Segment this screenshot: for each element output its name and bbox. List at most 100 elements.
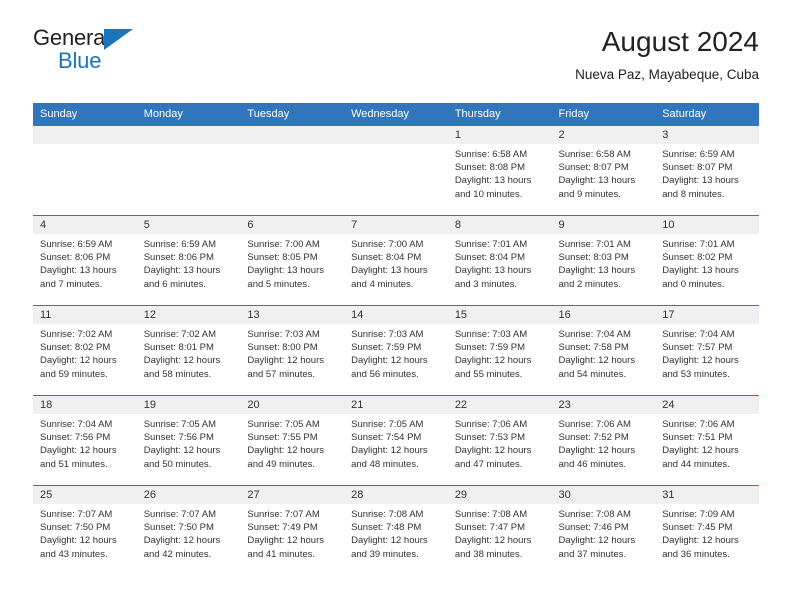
calendar-day-cell[interactable]: 24 Sunrise: 7:06 AM Sunset: 7:51 PM Dayligh… — [655, 395, 759, 486]
calendar-header-row: Sunday Monday Tuesday Wednesday Thursday Frid… — [33, 103, 759, 126]
day-number: 24 — [655, 396, 759, 414]
calendar-day-cell[interactable]: 28 Sunrise: 7:08 AM Sunset: 7:48 PM Dayligh… — [344, 485, 448, 576]
calendar-day-cell[interactable]: 20 Sunrise: 7:05 AM Sunset: 7:55 PM Dayligh… — [240, 395, 345, 486]
calendar-day-cell[interactable]: 30 Sunrise: 7:08 AM Sunset: 7:46 PM Dayligh… — [551, 485, 656, 576]
daylight-text-line1: Daylight: 13 hours — [40, 265, 117, 277]
calendar-day-cell[interactable]: 4 Sunrise: 6:59 AM Sunset: 8:06 PM Daylight… — [33, 215, 137, 306]
logo-triangle-icon — [104, 29, 133, 50]
calendar-day-cell[interactable]: 18 Sunrise: 7:04 AM Sunset: 7:56 PM Dayligh… — [33, 395, 137, 486]
calendar-day-cell[interactable]: 19 Sunrise: 7:05 AM Sunset: 7:56 PM Dayligh… — [136, 395, 241, 486]
day-number: 27 — [240, 486, 345, 504]
day-cell-content: 24 Sunrise: 7:06 AM Sunset: 7:51 PM Dayligh… — [655, 396, 759, 485]
sunset-text: Sunset: 8:04 PM — [351, 252, 422, 264]
location-subtitle: Nueva Paz, Mayabeque, Cuba — [575, 66, 759, 82]
calendar-day-cell[interactable]: 29 Sunrise: 7:08 AM Sunset: 7:47 PM Dayligh… — [447, 485, 552, 576]
calendar-day-cell[interactable]: 14 Sunrise: 7:03 AM Sunset: 7:59 PM Dayligh… — [344, 305, 448, 396]
day-cell-content: 9 Sunrise: 7:01 AM Sunset: 8:03 PM Daylight… — [551, 216, 656, 305]
day-details: Sunrise: 7:03 AM Sunset: 8:00 PM Daylight:… — [240, 324, 344, 381]
day-cell-content: 11 Sunrise: 7:02 AM Sunset: 8:02 PM Dayligh… — [33, 306, 137, 395]
daylight-text-line2: and 47 minutes. — [454, 458, 523, 470]
daylight-text-line1: Daylight: 12 hours — [143, 445, 221, 457]
day-details: Sunrise: 7:02 AM Sunset: 8:02 PM Daylight:… — [33, 324, 137, 381]
day-cell-content: 15 Sunrise: 7:03 AM Sunset: 7:59 PM Dayligh… — [447, 306, 552, 395]
daylight-text-line2: and 51 minutes. — [40, 458, 108, 470]
calendar-day-cell[interactable]: 11 Sunrise: 7:02 AM Sunset: 8:02 PM Dayligh… — [33, 305, 137, 396]
sunrise-text: Sunrise: 6:59 AM — [662, 149, 735, 160]
daylight-text-line1: Daylight: 13 hours — [454, 175, 532, 187]
day-details: Sunrise: 7:06 AM Sunset: 7:52 PM Daylight:… — [552, 414, 656, 471]
day-details: Sunrise: 7:03 AM Sunset: 7:59 PM Daylight:… — [344, 324, 448, 381]
calendar-day-cell[interactable]: 21 Sunrise: 7:05 AM Sunset: 7:54 PM Dayligh… — [344, 395, 448, 486]
calendar-day-cell[interactable]: 25 Sunrise: 7:07 AM Sunset: 7:50 PM Dayligh… — [33, 485, 137, 576]
daylight-text-line1: Daylight: 13 hours — [662, 265, 739, 277]
daylight-text-line1: Daylight: 12 hours — [558, 355, 636, 367]
day-details: Sunrise: 7:04 AM Sunset: 7:58 PM Daylight:… — [552, 324, 656, 381]
daylight-text-line2: and 37 minutes. — [558, 548, 627, 560]
sunset-text: Sunset: 8:07 PM — [558, 162, 629, 174]
daylight-text-line1: Daylight: 12 hours — [454, 355, 532, 367]
calendar-day-cell[interactable]: 8 Sunrise: 7:01 AM Sunset: 8:04 PM Daylight… — [447, 215, 552, 306]
sunrise-text: Sunrise: 7:05 AM — [351, 419, 424, 430]
day-number: 5 — [136, 216, 241, 234]
calendar-day-cell[interactable]: 22 Sunrise: 7:06 AM Sunset: 7:53 PM Dayligh… — [447, 395, 552, 486]
sunrise-text: Sunrise: 7:06 AM — [662, 419, 735, 430]
daylight-text-line2: and 59 minutes. — [40, 368, 108, 380]
day-cell-content: 25 Sunrise: 7:07 AM Sunset: 7:50 PM Dayligh… — [33, 486, 137, 576]
weekday-header-friday: Friday — [551, 103, 656, 126]
sunset-text: Sunset: 7:48 PM — [351, 522, 422, 534]
sunrise-text: Sunrise: 7:03 AM — [247, 329, 320, 340]
calendar-day-cell[interactable]: 23 Sunrise: 7:06 AM Sunset: 7:52 PM Dayligh… — [551, 395, 656, 486]
sunrise-text: Sunrise: 7:01 AM — [662, 239, 735, 250]
day-number — [240, 126, 345, 144]
calendar-day-cell[interactable]: 3 Sunrise: 6:59 AM Sunset: 8:07 PM Daylight… — [655, 125, 759, 216]
day-number: 22 — [447, 396, 552, 414]
daylight-text-line1: Daylight: 13 hours — [558, 175, 636, 187]
calendar-day-cell[interactable]: 1 Sunrise: 6:58 AM Sunset: 8:08 PM Daylight… — [447, 125, 552, 216]
calendar-week-row: 1 Sunrise: 6:58 AM Sunset: 8:08 PM Daylight… — [33, 125, 759, 216]
daylight-text-line1: Daylight: 13 hours — [351, 265, 428, 277]
sunrise-text: Sunrise: 7:08 AM — [351, 509, 424, 520]
page-title: August 2024 — [601, 26, 759, 57]
day-cell-content: 13 Sunrise: 7:03 AM Sunset: 8:00 PM Dayligh… — [240, 306, 345, 395]
calendar-day-cell[interactable]: 6 Sunrise: 7:00 AM Sunset: 8:05 PM Daylight… — [240, 215, 345, 306]
daylight-text-line1: Daylight: 13 hours — [662, 175, 739, 187]
sunrise-text: Sunrise: 7:03 AM — [454, 329, 528, 340]
sunrise-text: Sunrise: 7:07 AM — [247, 509, 320, 520]
calendar-day-cell[interactable]: 27 Sunrise: 7:07 AM Sunset: 7:49 PM Dayligh… — [240, 485, 345, 576]
daylight-text-line2: and 2 minutes. — [558, 278, 621, 290]
daylight-text-line2: and 9 minutes. — [558, 188, 621, 200]
day-cell-content: 30 Sunrise: 7:08 AM Sunset: 7:46 PM Dayligh… — [551, 486, 656, 576]
calendar-day-cell[interactable]: 12 Sunrise: 7:02 AM Sunset: 8:01 PM Dayligh… — [136, 305, 241, 396]
day-cell-content: 2 Sunrise: 6:58 AM Sunset: 8:07 PM Daylight… — [551, 126, 656, 215]
daylight-text-line2: and 46 minutes. — [558, 458, 627, 470]
daylight-text-line1: Daylight: 12 hours — [351, 445, 428, 457]
day-details: Sunrise: 7:05 AM Sunset: 7:54 PM Daylight:… — [344, 414, 448, 471]
calendar-day-cell[interactable]: 5 Sunrise: 6:59 AM Sunset: 8:06 PM Daylight… — [136, 215, 241, 306]
calendar-week-row: 18 Sunrise: 7:04 AM Sunset: 7:56 PM Dayligh… — [33, 395, 759, 486]
daylight-text-line2: and 55 minutes. — [454, 368, 523, 380]
daylight-text-line2: and 10 minutes. — [454, 188, 523, 200]
calendar-day-cell[interactable]: 2 Sunrise: 6:58 AM Sunset: 8:07 PM Daylight… — [551, 125, 656, 216]
daylight-text-line2: and 57 minutes. — [247, 368, 316, 380]
calendar-day-cell[interactable]: 9 Sunrise: 7:01 AM Sunset: 8:03 PM Daylight… — [551, 215, 656, 306]
calendar-day-cell[interactable]: 10 Sunrise: 7:01 AM Sunset: 8:02 PM Dayligh… — [655, 215, 759, 306]
calendar-day-cell[interactable]: 17 Sunrise: 7:04 AM Sunset: 7:57 PM Dayligh… — [655, 305, 759, 396]
day-number: 26 — [136, 486, 241, 504]
calendar-day-cell[interactable]: 7 Sunrise: 7:00 AM Sunset: 8:04 PM Daylight… — [344, 215, 448, 306]
daylight-text-line1: Daylight: 12 hours — [454, 445, 532, 457]
calendar-day-cell[interactable]: 15 Sunrise: 7:03 AM Sunset: 7:59 PM Dayligh… — [447, 305, 552, 396]
calendar-day-cell[interactable]: 13 Sunrise: 7:03 AM Sunset: 8:00 PM Dayligh… — [240, 305, 345, 396]
day-details — [344, 144, 448, 148]
sunset-text: Sunset: 7:54 PM — [351, 432, 422, 444]
generalblue-logo[interactable]: General Blue — [33, 27, 143, 77]
day-cell-content: 23 Sunrise: 7:06 AM Sunset: 7:52 PM Dayligh… — [551, 396, 656, 485]
day-details: Sunrise: 6:58 AM Sunset: 8:08 PM Daylight:… — [448, 144, 552, 201]
day-details: Sunrise: 7:02 AM Sunset: 8:01 PM Daylight:… — [137, 324, 241, 381]
day-details: Sunrise: 7:09 AM Sunset: 7:45 PM Daylight:… — [655, 504, 759, 561]
calendar-day-cell[interactable]: 31 Sunrise: 7:09 AM Sunset: 7:45 PM Dayligh… — [655, 485, 759, 576]
sunrise-text: Sunrise: 7:04 AM — [662, 329, 735, 340]
calendar-day-cell[interactable]: 26 Sunrise: 7:07 AM Sunset: 7:50 PM Dayligh… — [136, 485, 241, 576]
day-cell-content: 6 Sunrise: 7:00 AM Sunset: 8:05 PM Daylight… — [240, 216, 345, 305]
day-cell-content: 21 Sunrise: 7:05 AM Sunset: 7:54 PM Dayligh… — [344, 396, 448, 485]
calendar-day-cell[interactable]: 16 Sunrise: 7:04 AM Sunset: 7:58 PM Dayligh… — [551, 305, 656, 396]
